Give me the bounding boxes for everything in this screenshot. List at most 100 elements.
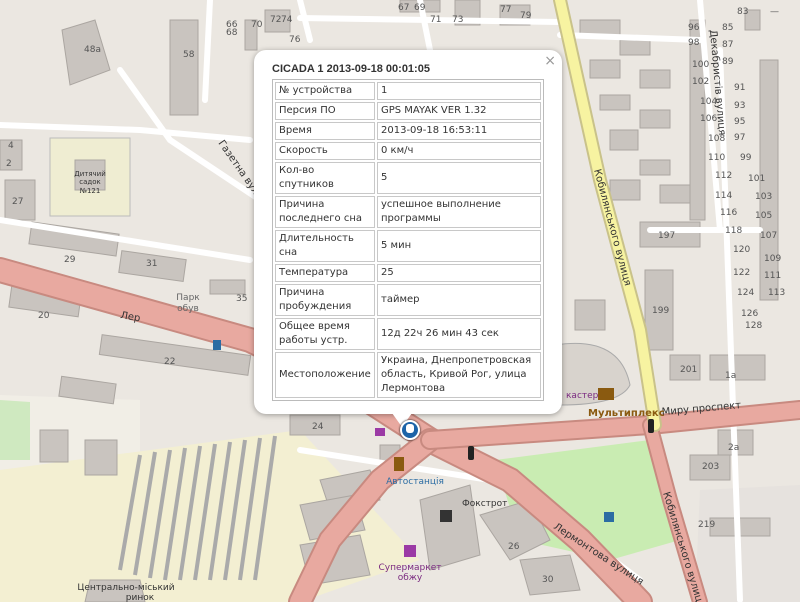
svg-text:118: 118	[725, 226, 742, 236]
poi-multiplex: Мультиплекс	[588, 408, 665, 419]
svg-text:116: 116	[720, 208, 737, 218]
bus-stop-icon	[213, 340, 221, 350]
poi-kindergarten-line2: садок	[79, 178, 101, 186]
svg-text:31: 31	[146, 259, 157, 269]
table-row: Причина последнего сна успешное выполнени…	[275, 196, 541, 228]
svg-text:71: 71	[430, 15, 441, 25]
poi-foxtrot: Фокстрот	[462, 499, 507, 509]
device-info-popup: × CICADA 1 2013-09-18 00:01:05 № устройс…	[254, 50, 562, 414]
svg-text:—: —	[770, 7, 779, 17]
svg-text:109: 109	[764, 254, 781, 264]
table-cell-value: таймер	[377, 284, 541, 316]
svg-text:199: 199	[652, 306, 669, 316]
device-location-marker-icon[interactable]	[400, 420, 420, 440]
svg-text:20: 20	[38, 311, 50, 321]
svg-text:126: 126	[741, 309, 758, 319]
svg-text:79: 79	[520, 11, 532, 21]
svg-text:67: 67	[398, 3, 409, 13]
table-cell-value: Украина, Днепропетровская область, Криво…	[377, 352, 541, 398]
svg-text:27: 27	[12, 197, 23, 207]
table-cell-value: 0 км/ч	[377, 142, 541, 160]
table-cell-key: Причина последнего сна	[275, 196, 375, 228]
device-info-table: № устройства 1 Персия ПО GPS MAYAK VER 1.3…	[272, 79, 544, 401]
fuel-icon	[604, 512, 614, 522]
svg-text:91: 91	[734, 83, 745, 93]
svg-text:110: 110	[708, 153, 725, 163]
svg-text:203: 203	[702, 462, 719, 472]
svg-text:1а: 1а	[725, 371, 736, 381]
table-cell-key: Температура	[275, 264, 375, 282]
svg-text:93: 93	[734, 101, 745, 111]
table-cell-key: Причина пробуждения	[275, 284, 375, 316]
svg-text:70: 70	[251, 20, 263, 30]
svg-text:197: 197	[658, 231, 675, 241]
table-cell-key: Кол-во спутников	[275, 162, 375, 194]
svg-text:22: 22	[164, 357, 175, 367]
svg-text:29: 29	[64, 255, 76, 265]
table-cell-value: 1	[377, 82, 541, 100]
table-cell-key: Длительность сна	[275, 230, 375, 262]
poi-park-line2: обув	[177, 304, 199, 314]
poi-kaster: кастер	[566, 391, 599, 401]
svg-text:24: 24	[312, 422, 324, 432]
svg-text:128: 128	[745, 321, 762, 331]
svg-text:113: 113	[768, 288, 785, 298]
supermarket-icon	[404, 545, 416, 557]
table-cell-value: 5	[377, 162, 541, 194]
table-row: Температура 25	[275, 264, 541, 282]
svg-text:73: 73	[452, 15, 463, 25]
svg-text:120: 120	[733, 245, 750, 255]
table-cell-key: № устройства	[275, 82, 375, 100]
table-cell-key: Местоположение	[275, 352, 375, 398]
svg-text:48а: 48а	[84, 45, 101, 55]
svg-text:107: 107	[760, 231, 777, 241]
svg-text:98: 98	[688, 38, 700, 48]
svg-text:30: 30	[542, 575, 554, 585]
svg-text:26: 26	[508, 542, 520, 552]
poi-supermarket-line1: Супермаркет	[379, 563, 442, 573]
table-row: Длительность сна 5 мин	[275, 230, 541, 262]
svg-text:4: 4	[8, 141, 14, 151]
svg-text:35: 35	[236, 294, 247, 304]
svg-text:58: 58	[183, 50, 195, 60]
svg-text:83: 83	[737, 7, 748, 17]
poi-market-line1: Центрально-міський	[77, 583, 174, 593]
svg-text:74: 74	[281, 15, 293, 25]
table-cell-key: Скорость	[275, 142, 375, 160]
table-cell-key: Время	[275, 122, 375, 140]
svg-text:69: 69	[414, 3, 426, 13]
svg-text:112: 112	[715, 171, 732, 181]
svg-text:72: 72	[270, 15, 281, 25]
popup-close-button[interactable]: ×	[544, 53, 556, 69]
poi-kindergarten-line3: №121	[80, 187, 101, 195]
svg-text:95: 95	[734, 117, 745, 127]
bus-station-icon	[394, 457, 404, 471]
poi-kindergarten-line1: Дитячий	[74, 170, 106, 178]
table-cell-value: успешное выполнение программы	[377, 196, 541, 228]
table-cell-key: Персия ПО	[275, 102, 375, 120]
table-cell-value: 25	[377, 264, 541, 282]
poi-market-line2: ринок	[126, 593, 155, 602]
table-row: Общее время работы устр. 12д 22ч 26 мин 4…	[275, 318, 541, 350]
svg-text:124: 124	[737, 288, 754, 298]
poi-park-line1: Парк	[176, 293, 200, 303]
svg-text:105: 105	[755, 211, 772, 221]
popup-title: CICADA 1 2013-09-18 00:01:05	[272, 63, 430, 75]
svg-text:85: 85	[722, 23, 733, 33]
table-row: Скорость 0 км/ч	[275, 142, 541, 160]
table-row: Кол-во спутников 5	[275, 162, 541, 194]
table-cell-value: 2013-09-18 16:53:11	[377, 122, 541, 140]
svg-text:2: 2	[6, 159, 12, 169]
table-cell-value: 5 мин	[377, 230, 541, 262]
svg-text:97: 97	[734, 133, 745, 143]
svg-text:219: 219	[698, 520, 715, 530]
poi-bus-station: Автостанція	[386, 477, 444, 487]
svg-text:111: 111	[764, 271, 781, 281]
svg-text:2а: 2а	[728, 443, 739, 453]
table-cell-value: GPS MAYAK VER 1.32	[377, 102, 541, 120]
svg-text:77: 77	[500, 5, 511, 15]
svg-text:68: 68	[226, 28, 238, 38]
table-cell-value: 12д 22ч 26 мин 43 сек	[377, 318, 541, 350]
shop-icon	[375, 428, 385, 436]
table-row: Причина пробуждения таймер	[275, 284, 541, 316]
